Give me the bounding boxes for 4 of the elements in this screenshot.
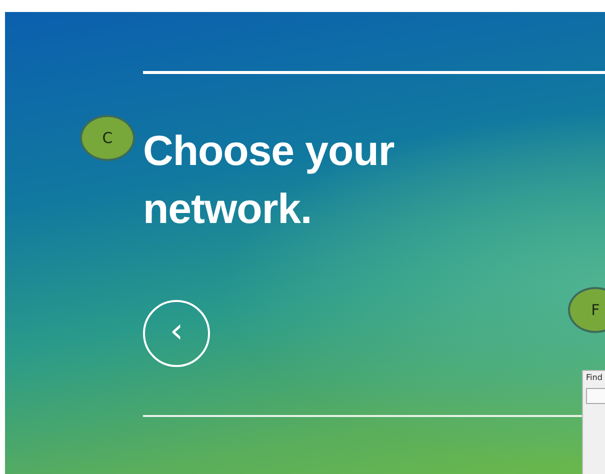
- dialog-title: Find: [586, 373, 604, 382]
- back-button[interactable]: ‹: [143, 300, 210, 367]
- page-heading: Choose your network.: [143, 126, 396, 234]
- dialog-tab[interactable]: [586, 388, 605, 404]
